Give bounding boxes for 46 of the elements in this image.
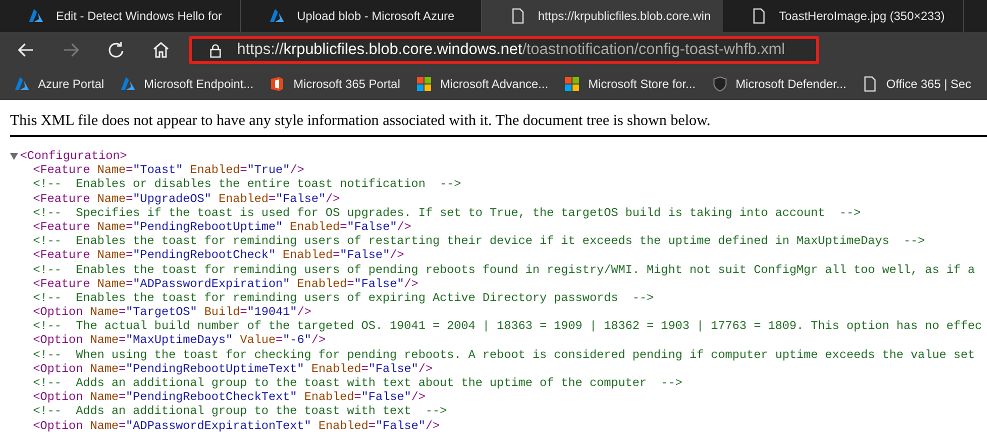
xml-notice-text: This XML file does not appear to have any style information associated with it. The document tree is shown below. [10, 112, 712, 130]
shield-icon [712, 76, 728, 92]
xml-comment-line: <!-- Enables the toast for reminding users of expiring Active Directory passwords --> [33, 290, 654, 306]
xml-comment-line: <!-- Enables the toast for reminding users of restarting their device if it exceeds the uptime defined in MaxUptimeDays --> [33, 234, 925, 248]
xml-code-line: <Configuration> [20, 149, 128, 164]
bookmark-item[interactable]: Microsoft Endpoint... [120, 76, 254, 92]
lock-icon [208, 42, 223, 58]
office-logo-icon [269, 76, 286, 92]
refresh-icon[interactable] [106, 40, 126, 60]
windows-logo-icon [564, 76, 580, 92]
azure-logo-icon [14, 76, 30, 92]
bookmark-item[interactable]: Office 365 | Sec [862, 76, 972, 92]
windows-logo-icon [416, 76, 432, 92]
xml-comment-line: <!-- Adds an additional group to the toast with text --> [33, 404, 447, 419]
xml-comment-line: <!-- Enables or disables the entire toast notification --> [33, 177, 462, 192]
home-icon[interactable] [151, 40, 171, 60]
xml-comment-line: <!-- Specifies if the toast is used for OS upgrades. If set to True, the targetOS build is taking into account --> [33, 206, 861, 220]
browser-tab[interactable]: https://krpublicfiles.blob.core.win [482, 0, 723, 32]
xml-code-line: <Feature Name="PendingRebootUptime" Enabled="False"/> [33, 220, 412, 234]
xml-code-line: <Option Name="ADPasswordExpirationText" Enabled="False"/> [33, 418, 440, 433]
azure-logo-icon [120, 76, 136, 92]
xml-code-line: <Feature Name="ADPasswordExpiration" Enabled="False"/> [33, 276, 418, 291]
azure-logo-icon [269, 8, 285, 24]
page-icon [751, 8, 767, 24]
page-icon [510, 8, 526, 24]
xml-comment-line: <!-- Enables the toast for reminding users of pending reboots found in registry/WMI. Might not suit ConfigMgr all too well, as if a [33, 262, 975, 277]
xml-code-line: <Option Name="TargetOS" Build="19041"/> [33, 305, 312, 320]
bookmark-item[interactable]: Microsoft 365 Portal [269, 76, 400, 92]
xml-code-line: <Feature Name="UpgradeOS" Enabled="False"/> [33, 192, 340, 206]
bookmark-item[interactable]: Microsoft Defender... [712, 76, 846, 92]
xml-code-line: <Option Name="MaxUptimeDays" Value="-6"/> [33, 333, 326, 348]
xml-comment-line: <!-- Adds an additional group to the toast with text about the uptime of the computer --> [33, 376, 682, 390]
address-field[interactable]: https://krpublicfiles.blob.core.windows.net/toastnotification/config-toast-whfb.xml [189, 36, 819, 64]
collapse-triangle-icon[interactable] [10, 152, 18, 160]
bookmark-item[interactable]: Azure Portal [14, 76, 104, 92]
azure-logo-icon [28, 8, 44, 24]
xml-comment-line: <!-- The actual build number of the targeted OS. 19041 = 2004 | 18363 = 1909 | 18362 = 1903 | 17763 = 1809. This option has no effec [33, 319, 982, 334]
xml-code-line: <Option Name="PendingRebootUptimeText" Enabled="False"/> [33, 362, 433, 376]
xml-code-line: <Option Name="PendingRebootCheckText" Enabled="False"/> [33, 390, 426, 404]
bookmark-item[interactable]: Microsoft Advance... [416, 76, 548, 92]
xml-comment-line: <!-- When using the toast for checking for pending reboots. A reboot is considered pending if computer uptime exceeds the value set [33, 348, 975, 362]
page-icon [862, 76, 878, 92]
xml-code-line: <Feature Name="PendingRebootCheck" Enabled="False"/> [33, 248, 404, 263]
bookmark-item[interactable]: Microsoft Store for... [564, 76, 696, 92]
url-text: https://krpublicfiles.blob.core.windows.net/toastnotification/config-toast-whfb.xml [237, 41, 785, 59]
xml-code-line: <Feature Name="Toast" Enabled="True"/> [33, 163, 304, 178]
